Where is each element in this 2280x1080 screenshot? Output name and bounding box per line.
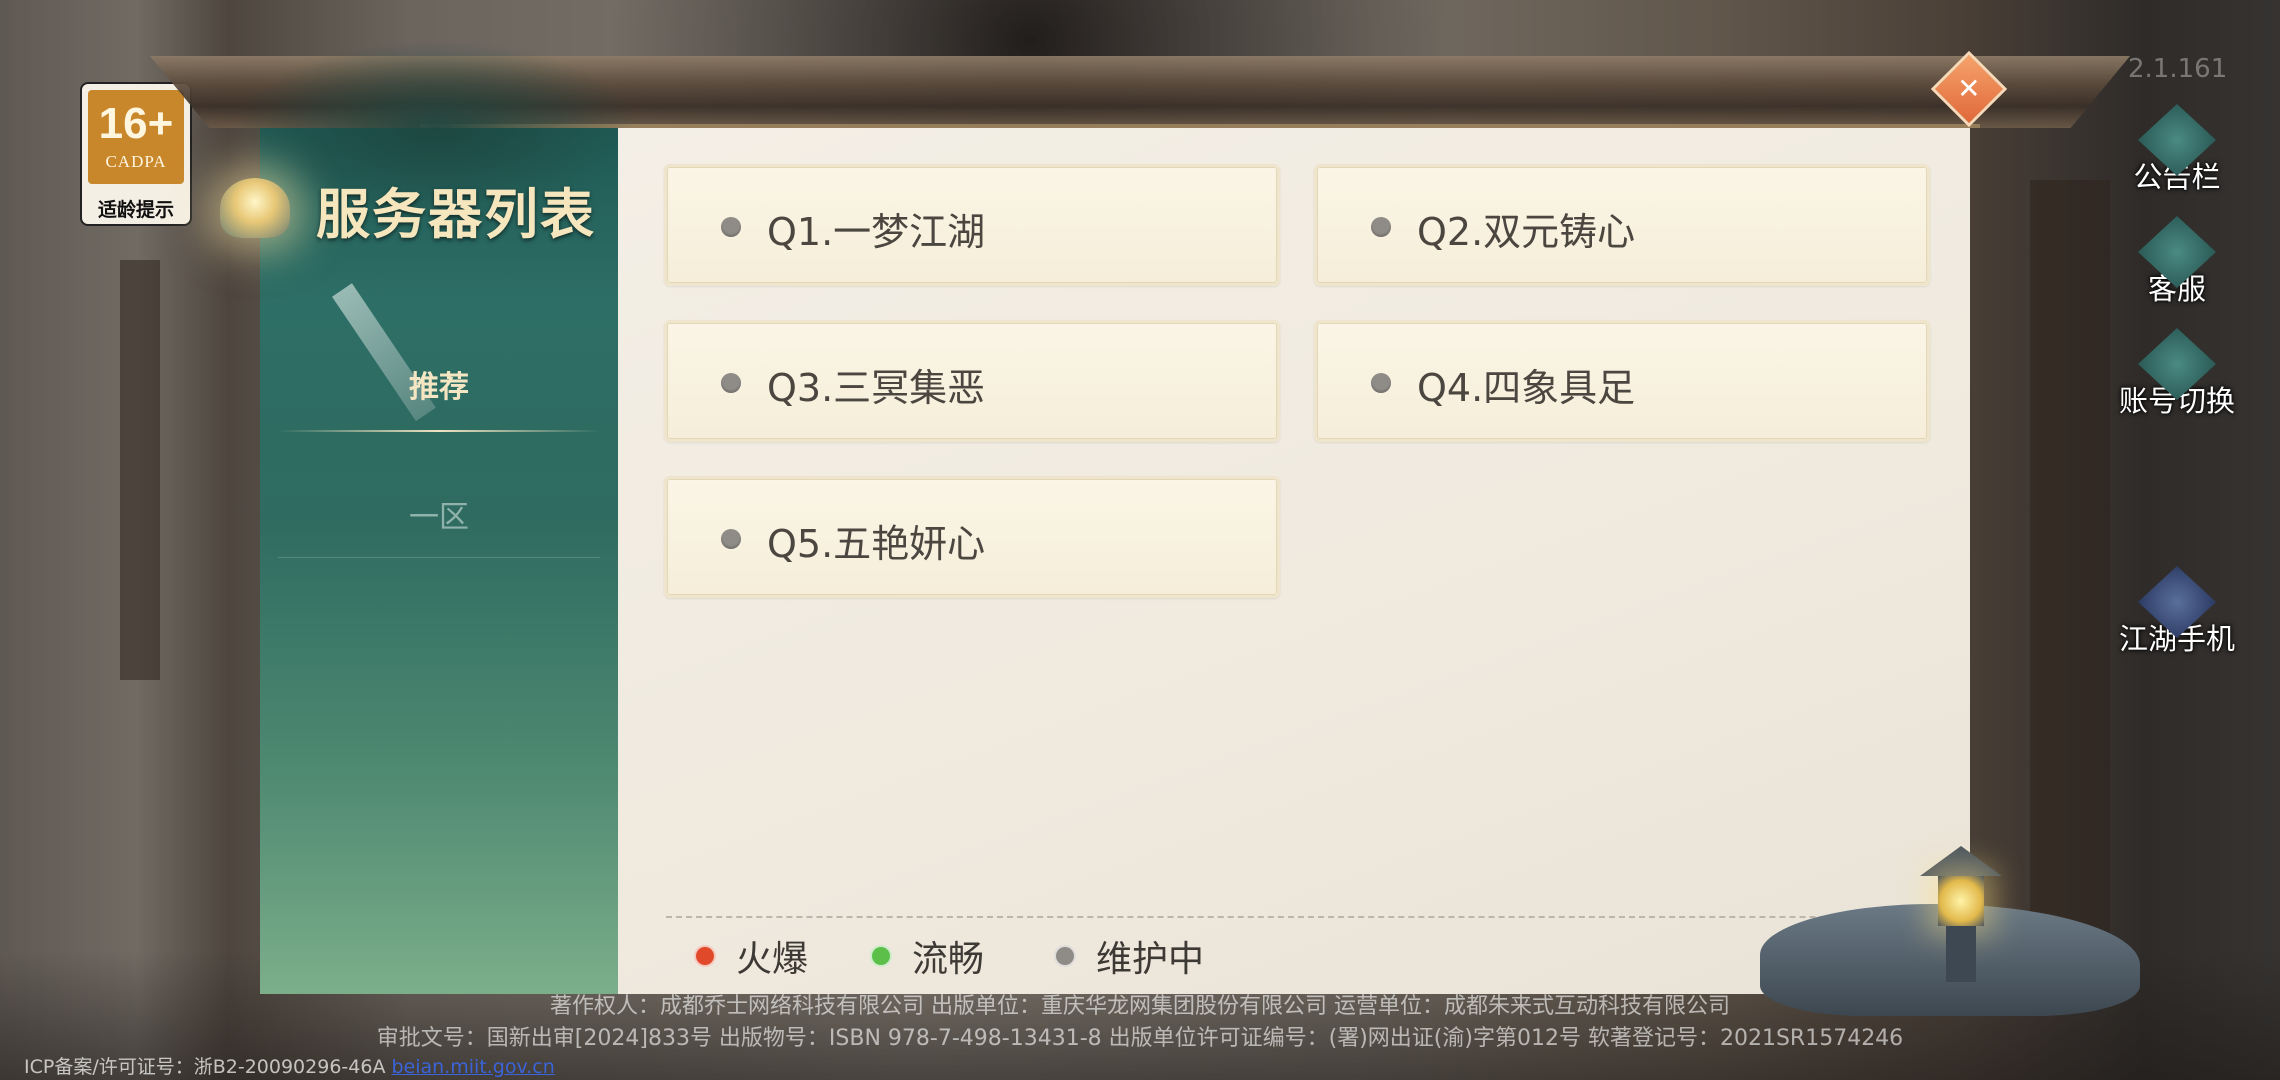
server-card[interactable]: Q5.五艳妍心 xyxy=(664,476,1280,598)
category-tab-zone-1[interactable]: 一区 xyxy=(260,492,618,558)
legend-hot-label: 火爆 xyxy=(736,939,809,980)
server-name: Q2.双元铸心 xyxy=(1417,210,1636,254)
notice-board-button[interactable]: 公告栏 xyxy=(2110,104,2244,196)
server-name: Q1.一梦江湖 xyxy=(767,210,986,254)
server-card[interactable]: Q1.一梦江湖 xyxy=(664,164,1280,286)
server-name: Q5.五艳妍心 xyxy=(767,522,986,566)
server-name: Q3.三冥集恶 xyxy=(767,366,986,410)
jianghu-phone-button[interactable]: 江湖手机 xyxy=(2110,566,2244,658)
footer-approval: 审批文号：国新出审[2024]833号 出版物号：ISBN 978-7-498-… xyxy=(376,1026,1904,1051)
age-rating-mark: 16+ CADPA xyxy=(88,90,184,184)
legend-hot: 火爆 xyxy=(694,936,808,980)
legend-smooth-label: 流畅 xyxy=(912,939,985,980)
stone-lantern-light xyxy=(1938,876,1984,926)
status-dot xyxy=(721,373,741,393)
age-rating-badge[interactable]: 16+ CADPA 适龄提示 xyxy=(80,82,192,226)
legend-maintenance-label: 维护中 xyxy=(1096,939,1205,980)
status-dot xyxy=(1371,373,1391,393)
server-card[interactable]: Q3.三冥集恶 xyxy=(664,320,1280,442)
footer-icp-link[interactable]: beian.miit.gov.cn xyxy=(392,1056,555,1078)
age-rating-org: CADPA xyxy=(105,152,167,171)
status-dot xyxy=(1371,217,1391,237)
server-card[interactable]: Q4.四象具足 xyxy=(1314,320,1930,442)
close-icon: ✕ xyxy=(1957,72,1981,105)
age-rating-tip: 适龄提示 xyxy=(97,199,174,221)
legend-smooth: 流畅 xyxy=(870,936,984,980)
legend-divider xyxy=(666,916,1956,918)
status-dot xyxy=(721,217,741,237)
legend-maintenance-dot xyxy=(1054,945,1076,967)
legend-hot-dot xyxy=(694,945,716,967)
age-rating-number: 16+ xyxy=(98,99,174,148)
footer-icp-label: ICP备案/许可证号：浙B2-20090296-46A xyxy=(24,1056,386,1078)
panel-title: 服务器列表 xyxy=(316,182,596,246)
stone-lantern-roof xyxy=(1920,846,2002,876)
server-card[interactable]: Q2.双元铸心 xyxy=(1314,164,1930,286)
stone-lantern-base xyxy=(1946,926,1976,982)
account-switch-button[interactable]: 账号切换 xyxy=(2110,328,2244,420)
footer-copyright: 著作权人：成都乔士网络科技有限公司 出版单位：重庆华龙网集团股份有限公司 运营单… xyxy=(550,994,1730,1019)
stone-lantern-decoration xyxy=(1920,820,2002,982)
category-tab-recommended[interactable]: 推荐 xyxy=(260,362,618,432)
customer-service-button[interactable]: 客服 xyxy=(2110,216,2244,308)
footer-icp: ICP备案/许可证号：浙B2-20090296-46A beian.miit.g… xyxy=(24,1052,555,1079)
legend-smooth-dot xyxy=(870,945,892,967)
status-dot xyxy=(721,529,741,549)
legend-maintenance: 维护中 xyxy=(1054,936,1204,980)
version-label: 2.1.161 xyxy=(2128,54,2228,84)
lantern-icon xyxy=(220,178,290,238)
server-name: Q4.四象具足 xyxy=(1417,366,1636,410)
